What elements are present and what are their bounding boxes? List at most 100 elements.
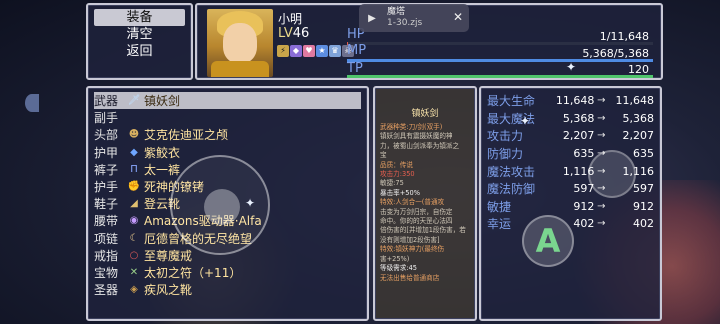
boot-icon: ◢ <box>130 198 138 210</box>
item-detail-line: 没有则增加2段伤害] <box>380 235 440 244</box>
equipment-item-name: 紫鲛衣 <box>144 145 181 160</box>
tp-bar <box>347 75 653 78</box>
arrow-right-icon: → <box>597 218 606 230</box>
belt-icon: ◉ <box>129 215 139 227</box>
joystick-knob[interactable] <box>204 189 240 225</box>
script-tab[interactable]: ▶ 魔塔 1-30.zjs ✕ <box>359 4 469 32</box>
stat-new-value: 5,368 <box>622 111 655 125</box>
arrow-right-icon: → <box>597 130 606 142</box>
equipment-slot-row[interactable]: 副手 <box>94 109 361 126</box>
stat-label: 敏捷 <box>487 199 512 214</box>
item-detail-title: 镇妖剑 <box>411 109 439 119</box>
tp-label: TP <box>347 61 363 76</box>
equipment-slot-label: 护甲 <box>94 145 119 160</box>
item-detail-line: 力，被蜀山剑派奉为镇派之 <box>380 141 460 150</box>
hero-level: LV46 <box>278 26 309 41</box>
stat-current-value: 912 <box>573 199 595 213</box>
item-detail-text: 武器种类:刀/剑(双手) 镇妖剑具有震摄妖魔的神 力，被蜀山剑派奉为镇派之宝品质：传… <box>380 123 470 283</box>
level-value: 46 <box>292 26 310 41</box>
heart-icon: ♥ <box>303 45 315 57</box>
item-detail-line: 特效:人剑合一(普通攻 <box>380 198 445 207</box>
item-detail-line: 武器种类:刀/剑(双手) <box>380 123 443 131</box>
equipment-slot-label: 裤子 <box>94 162 119 177</box>
tab-subtitle: 1-30.zjs <box>387 18 423 28</box>
stat-comparison-panel: 最大生命 11,648 → 11,648 最大魔法 5,368 → 5,368 攻击力 2,207… <box>479 86 662 321</box>
crown-icon: ♛ <box>329 45 341 57</box>
item-detail-line: 镇妖剑具有震摄妖魔的神 <box>380 132 453 141</box>
virtual-button-a[interactable]: A <box>522 215 574 267</box>
item-detail-line: 等级需求:45 <box>380 264 417 273</box>
skull-icon: ☻ <box>128 129 140 141</box>
ring-icon: ○ <box>129 249 139 261</box>
item-detail-line: 倍伤害的[并增加1段伤害，若 <box>380 226 466 235</box>
stat-current-value: 2,207 <box>562 129 595 143</box>
stat-label: 魔法防御 <box>487 182 536 197</box>
arrow-right-icon: → <box>597 200 606 212</box>
equipment-slot-label: 戒指 <box>94 248 119 263</box>
equipment-slot-row[interactable]: 圣器 ◈ 疾风之靴 <box>94 281 361 298</box>
equipment-slot-row[interactable]: 武器 🗡 镇妖剑 <box>94 92 361 110</box>
equipment-slot-label: 头部 <box>94 128 119 143</box>
arrow-right-icon: → <box>597 95 606 107</box>
mp-bar-fill <box>347 59 653 62</box>
armor-icon: ◆ <box>130 146 138 158</box>
item-detail-line: 特效:镇妖神力(最终伤 <box>380 245 445 254</box>
virtual-button-b[interactable] <box>588 150 636 198</box>
sparkle-icon: ✦ <box>520 114 531 128</box>
equipment-item-name: 太初之符（+11） <box>144 265 242 280</box>
equipment-slot-label: 武器 <box>94 94 119 109</box>
item-detail-line: 无法出售给普通商店 <box>380 273 440 282</box>
play-icon[interactable]: ▶ <box>363 13 381 24</box>
equipment-slot-label: 项链 <box>94 231 119 246</box>
item-detail-line: 敏捷:75 <box>380 179 404 188</box>
necklace-icon: ☾ <box>129 232 139 244</box>
item-detail-panel: 镇妖剑 武器种类:刀/剑(双手) 镇妖剑具有震摄妖魔的神 力，被蜀山剑派奉为镇派之宝… <box>373 86 477 321</box>
stat-label: 防御力 <box>487 147 524 162</box>
equipment-item-name: 镇妖剑 <box>144 94 181 109</box>
command-menu: 装备 清空 返回 <box>86 3 193 80</box>
menu-item-equip[interactable]: 装备 <box>94 9 185 26</box>
equipment-slot-row[interactable]: 头部 ☻ 艾克佐迪亚之颅 <box>94 126 361 143</box>
mp-label: MP <box>347 43 367 58</box>
talisman-icon: ✕ <box>129 266 139 278</box>
stat-label: 最大魔法 <box>487 111 536 126</box>
item-detail-line: 宝 <box>380 151 387 160</box>
mp-bar <box>347 59 653 62</box>
equipment-item-name: 艾克佐迪亚之颅 <box>144 128 229 143</box>
menu-item-back[interactable]: 返回 <box>94 43 185 60</box>
gauntlet-icon: ✊ <box>127 181 141 193</box>
stat-current-value: 11,648 <box>555 94 595 108</box>
close-icon[interactable]: ✕ <box>453 10 463 24</box>
item-detail-line: 击变为万剑归宗，自伤定 <box>380 207 453 216</box>
stat-label: 魔法攻击 <box>487 164 536 179</box>
stat-new-value: 912 <box>633 199 654 213</box>
sparkle-icon: ✦ <box>245 196 256 210</box>
shield-icon: ◆ <box>290 45 302 57</box>
equipment-slot-label: 腰带 <box>94 214 119 229</box>
menu-item-clear[interactable]: 清空 <box>94 26 185 43</box>
status-icons: ⚡ ◆ ♥ ★ ♛ ☠ <box>277 45 354 57</box>
stat-row: 最大生命 11,648 → 11,648 <box>487 92 654 110</box>
stat-new-value: 2,207 <box>622 129 655 143</box>
equipment-slot-label: 副手 <box>94 111 119 126</box>
relic-icon: ◈ <box>130 284 138 296</box>
stat-row: 最大魔法 5,368 → 5,368 <box>487 110 654 128</box>
tab-title: 魔塔 <box>387 7 406 17</box>
stat-current-value: 635 <box>573 147 595 161</box>
equipment-slot-label: 宝物 <box>94 265 119 280</box>
equipment-item-name: 至尊魔戒 <box>144 248 193 263</box>
equipment-item-name: 太一裤 <box>144 162 181 177</box>
hero-portrait <box>207 9 273 77</box>
equipment-slot-label: 鞋子 <box>94 197 119 212</box>
stat-new-value: 11,648 <box>615 94 655 108</box>
item-detail-line: 品质：传说 <box>380 160 413 169</box>
arrow-right-icon: → <box>597 112 606 124</box>
tp-bar-fill <box>347 75 653 78</box>
stat-label: 最大生命 <box>487 94 536 109</box>
equipment-item-name: 疾风之靴 <box>144 283 193 298</box>
pants-icon: Π <box>130 163 138 175</box>
item-detail-line: 害+25%) <box>380 254 410 263</box>
stat-row: 敏捷 912 → 912 <box>487 198 654 216</box>
side-handle[interactable] <box>25 94 39 112</box>
equipment-slot-row[interactable]: 宝物 ✕ 太初之符（+11） <box>94 264 361 281</box>
